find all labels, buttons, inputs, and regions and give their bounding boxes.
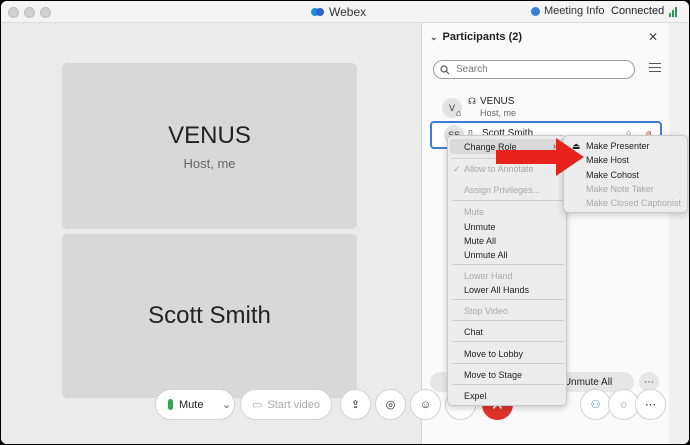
submenu-item-make-cohost[interactable]: Make Cohost [586,170,639,180]
connection-status[interactable]: Connected [611,5,678,17]
tile-subtitle: Host, me [183,155,236,171]
participant-name: VENUS [480,96,515,107]
menu-divider [452,320,564,321]
reactions-button[interactable]: ☺ [410,389,441,420]
menu-divider [452,341,564,342]
signal-bars-icon [669,6,678,17]
webex-window: Webex Meeting Info Connected VENUS Host,… [1,1,689,444]
participant-role: Host, me [480,108,517,118]
sort-icon[interactable] [649,63,661,75]
microphone-icon [168,399,173,410]
app-title-text: Webex [329,5,367,19]
app-title: Webex [311,5,366,19]
panel-title-text: Participants (2) [442,31,523,43]
video-tile-venus[interactable]: VENUS Host, me [62,63,357,229]
menu-divider [452,363,564,364]
chevron-down-icon: ⌄ [430,31,438,42]
meeting-info-button[interactable]: Meeting Info [531,5,605,17]
share-button[interactable]: ⇪ [340,389,371,420]
search-icon [440,64,450,74]
menu-divider [452,384,564,385]
search-placeholder: Search [456,64,488,75]
panel-title[interactable]: ⌄ Participants (2) [430,31,522,43]
close-icon[interactable]: ✕ [648,30,658,44]
record-button[interactable]: ◎ [375,389,406,420]
host-icon: ⌂ [456,108,462,118]
menu-divider [452,200,564,201]
menu-item-chat[interactable]: Chat [464,327,483,337]
webex-logo-icon [311,7,325,17]
submenu-item-make-note-taker: Make Note Taker [586,184,654,194]
share-icon: ⇪ [350,399,361,411]
title-bar: Webex Meeting Info Connected [1,1,689,23]
headset-icon: ☊ [468,96,476,106]
menu-item-assign-privileges: Assign Privileges... [464,185,541,195]
mute-button[interactable]: Mute ⌄ [155,389,235,420]
menu-divider [452,299,564,300]
search-input[interactable]: Search [433,60,635,79]
video-tile-scott-smith[interactable]: Scott Smith [62,234,357,398]
menu-item-mute-all[interactable]: Mute All [464,236,496,246]
people-icon: ⚇ [590,399,601,411]
menu-divider [452,264,564,265]
menu-item-unmute[interactable]: Unmute [464,222,496,232]
red-arrow-annotation [496,138,584,176]
menu-item-lower-all-hands[interactable]: Lower All Hands [464,285,529,295]
video-camera-icon: ▭ [252,399,263,411]
unmute-all-label: Unmute All [563,376,613,388]
menu-item-move-to-lobby[interactable]: Move to Lobby [464,349,523,359]
menu-item-lower-hand: Lower Hand [464,271,513,281]
checkmark-icon: ✓ [453,164,461,174]
panel-scrollbar[interactable] [669,23,689,444]
record-icon: ◎ [385,399,396,411]
close-window-button[interactable] [8,7,19,18]
menu-item-expel[interactable]: Expel [464,391,487,401]
info-icon [531,6,540,16]
submenu-item-make-presenter[interactable]: Make Presenter [586,141,650,151]
participants-button[interactable]: ⚇ [580,389,611,420]
start-video-button[interactable]: ▭ Start video [240,389,332,420]
menu-item-stop-video: Stop Video [464,306,508,316]
submenu-item-make-host[interactable]: Make Host [586,155,629,165]
start-video-label: Start video [267,398,320,411]
tile-name: Scott Smith [148,302,271,329]
meeting-info-label: Meeting Info [544,5,605,17]
participant-row-venus[interactable]: V ⌂ ☊ VENUS Host, me [430,94,662,118]
menu-item-unmute-all[interactable]: Unmute All [464,250,508,260]
connection-status-label: Connected [611,5,665,17]
menu-item-mute: Mute [464,207,485,217]
chat-bubble-icon: ◌ [620,398,627,411]
mute-label: Mute [179,398,204,411]
chevron-down-icon: ⌄ [222,399,232,411]
minimize-window-button[interactable] [24,7,35,18]
zoom-window-button[interactable] [40,7,51,18]
smiley-icon: ☺ [419,398,432,411]
more-panels-button[interactable]: ⋯ [635,389,666,420]
meeting-controls: Mute ⌄ ▭ Start video ⇪ ◎ ☺ ⋯ ✕ ⚇ ◌ ⋯ [1,387,689,437]
submenu-item-make-closed-captionist: Make Closed Captionist [586,198,682,208]
video-stage: VENUS Host, me Scott Smith [1,23,421,444]
menu-item-move-to-stage[interactable]: Move to Stage [464,370,522,380]
ellipsis-icon: ⋯ [645,399,656,411]
tile-name: VENUS [168,121,251,149]
